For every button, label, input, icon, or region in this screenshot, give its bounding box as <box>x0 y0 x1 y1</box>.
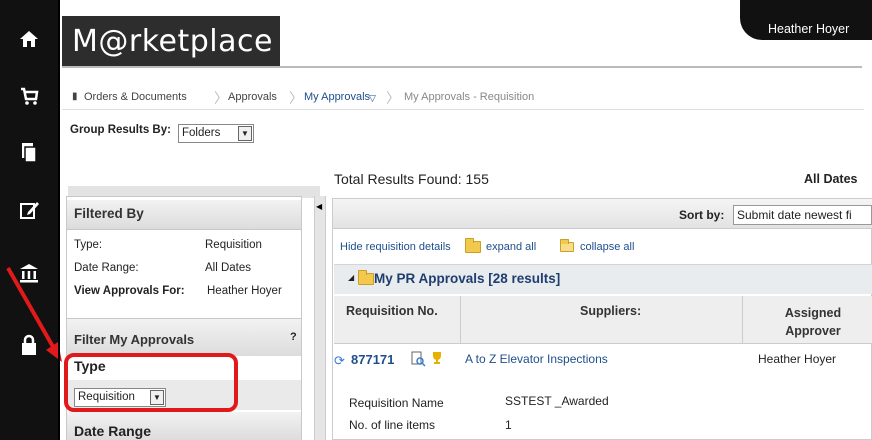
chevron-down-icon[interactable]: ▽ <box>369 93 376 104</box>
column-header-requisition[interactable]: Requisition No. <box>346 304 438 318</box>
sort-label: Sort by: <box>679 208 725 222</box>
column-divider <box>742 296 743 344</box>
trophy-icon <box>430 351 444 368</box>
collapse-all-folder-icon[interactable] <box>560 239 574 253</box>
column-header-approver[interactable]: Assigned Approver <box>778 304 848 340</box>
refresh-icon[interactable]: ⟳ <box>334 353 345 369</box>
breadcrumb-doc-icon: ▮ <box>72 91 78 102</box>
dropdown-arrow-icon: ▼ <box>238 126 252 141</box>
line-items-value: 1 <box>505 418 512 432</box>
panel-splitter[interactable] <box>314 196 326 440</box>
filter-view-for-value: Heather Hoyer <box>207 285 282 297</box>
all-dates-label[interactable]: All Dates <box>804 172 858 186</box>
filter-type-value: Requisition <box>205 239 262 251</box>
expand-all-folder-icon[interactable] <box>465 238 481 254</box>
requisition-name-label: Requisition Name <box>349 396 444 410</box>
document-view-icon[interactable] <box>410 351 426 370</box>
filtered-by-title: Filtered By <box>74 206 144 221</box>
requisition-name-value: SSTEST _Awarded <box>505 394 609 408</box>
collapse-all-link[interactable]: collapse all <box>580 241 634 253</box>
filter-date-value: All Dates <box>205 262 252 274</box>
group-results-label: Group Results By: <box>70 124 171 136</box>
breadcrumb-my-approvals[interactable]: My Approvals <box>304 91 370 103</box>
filter-view-for-label: View Approvals For: <box>74 285 185 297</box>
requisition-number-link[interactable]: 877171 <box>351 352 394 367</box>
annotation-highlight-box <box>64 353 238 412</box>
breadcrumb-separator: 〉 <box>386 90 400 106</box>
total-results: Total Results Found: 155 <box>334 171 489 187</box>
hide-details-link[interactable]: Hide requisition details <box>340 241 451 253</box>
date-range-label[interactable]: Date Range <box>74 423 151 439</box>
column-divider <box>460 296 461 344</box>
help-icon[interactable]: ? <box>290 331 297 343</box>
breadcrumb-separator: 〉 <box>214 90 228 106</box>
group-results-select[interactable]: Folders ▼ <box>178 124 254 143</box>
breadcrumb-current: My Approvals - Requisition <box>404 91 535 103</box>
expand-all-link[interactable]: expand all <box>486 241 536 253</box>
expand-triangle-icon[interactable]: ◢ <box>348 273 354 282</box>
header-divider <box>62 66 862 68</box>
user-name[interactable]: Heather Hoyer <box>768 22 849 36</box>
breadcrumb-orders-documents[interactable]: Orders & Documents <box>84 91 187 103</box>
column-header-suppliers[interactable]: Suppliers: <box>580 304 641 318</box>
supplier-link[interactable]: A to Z Elevator Inspections <box>465 352 608 366</box>
folder-group-title[interactable]: My PR Approvals [28 results] <box>374 271 560 286</box>
group-results-value: Folders <box>182 127 221 139</box>
breadcrumb-separator: 〉 <box>289 90 303 106</box>
sort-select[interactable]: Submit date newest fi <box>733 205 872 225</box>
filter-type-label: Type: <box>74 239 103 251</box>
assigned-approver: Heather Hoyer <box>758 352 837 366</box>
breadcrumb-approvals[interactable]: Approvals <box>228 91 277 103</box>
filter-date-label: Date Range: <box>74 262 139 274</box>
collapse-left-icon[interactable]: ◀ <box>316 202 322 211</box>
app-title[interactable]: M@rketplace <box>72 24 273 59</box>
line-items-label: No. of line items <box>349 418 436 432</box>
folder-icon <box>358 270 374 286</box>
filter-my-approvals-title: Filter My Approvals <box>74 332 195 347</box>
